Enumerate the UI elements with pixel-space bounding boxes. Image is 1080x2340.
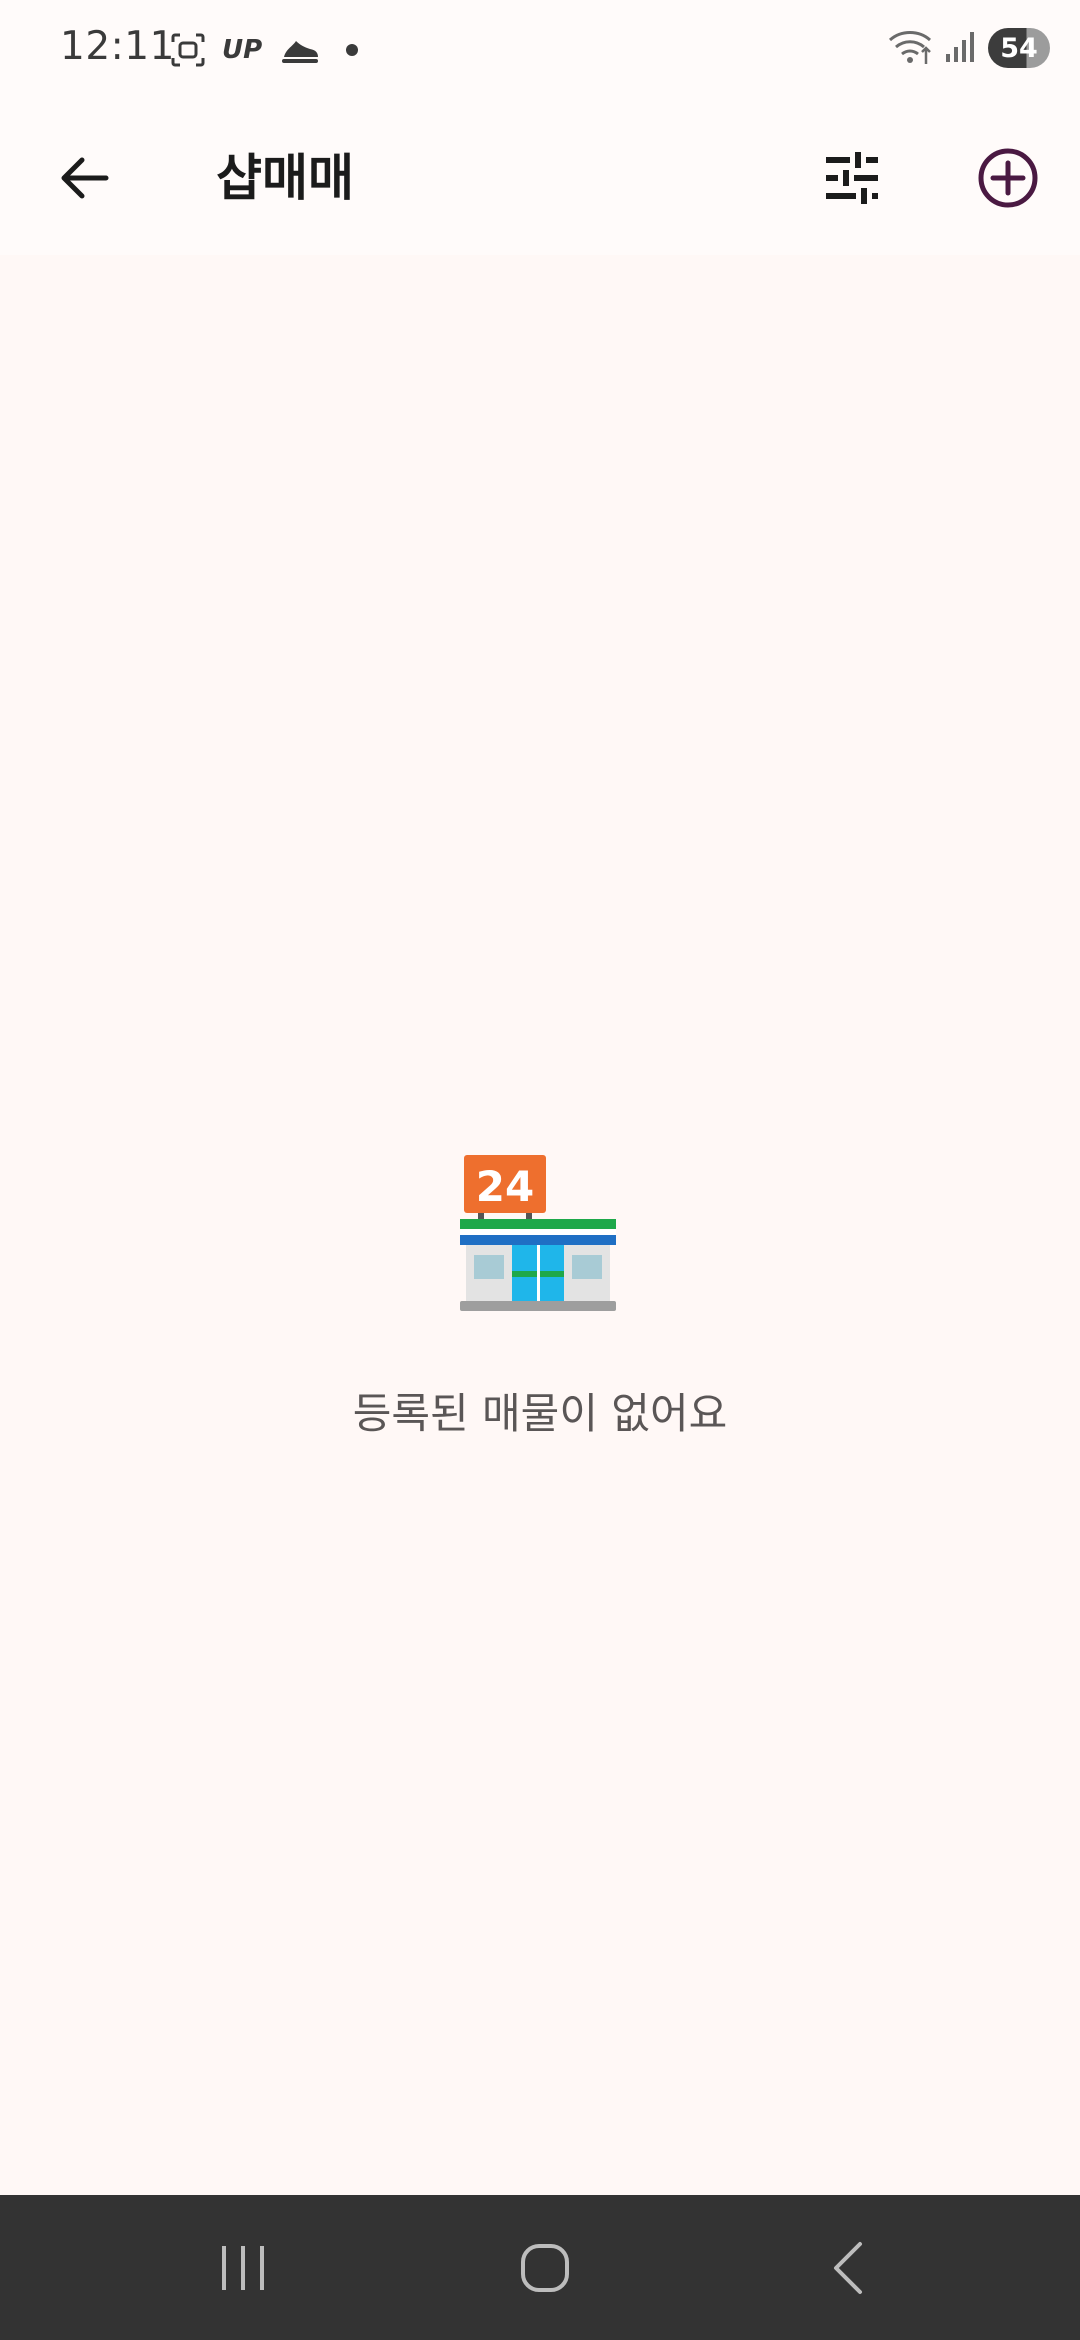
store-sign-text: 24 (476, 1162, 534, 1211)
status-icons-left: UP (168, 30, 358, 70)
notification-dot (346, 44, 358, 56)
up-icon: UP (222, 35, 263, 65)
battery-icon: 54 (988, 28, 1050, 68)
home-button[interactable] (485, 2225, 605, 2311)
status-time: 12:11 (60, 24, 175, 69)
convenience-store-24-icon: 24 (460, 1155, 616, 1311)
add-circle-icon (978, 148, 1038, 208)
recent-apps-button[interactable] (183, 2225, 303, 2311)
back-arrow-icon (61, 157, 109, 199)
status-bar: 12:11 UP 54 (0, 0, 1080, 100)
page-title: 샵매매 (216, 149, 354, 207)
signal-icon (944, 28, 978, 68)
back-button[interactable] (42, 136, 126, 220)
app-bar: 샵매매 (0, 100, 1080, 255)
filter-button[interactable] (810, 136, 894, 220)
battery-level: 54 (1000, 32, 1038, 64)
recent-apps-icon (222, 2246, 264, 2290)
wifi-icon (888, 26, 934, 70)
back-icon (834, 2242, 862, 2294)
empty-message: 등록된 매물이 없어요 (352, 1389, 728, 1438)
filter-sliders-icon (826, 152, 878, 204)
add-button[interactable] (966, 136, 1050, 220)
home-icon (521, 2244, 569, 2292)
empty-state: 24 등록된 매물이 없어요 (0, 1155, 1080, 1441)
status-icons-right: 54 (888, 26, 1050, 70)
system-back-button[interactable] (788, 2225, 908, 2311)
screenshot-icon (168, 30, 208, 70)
shoe-icon (280, 30, 320, 70)
content-area: 24 등록된 매물이 없어요 (0, 255, 1080, 2195)
system-nav-bar (0, 2195, 1080, 2340)
